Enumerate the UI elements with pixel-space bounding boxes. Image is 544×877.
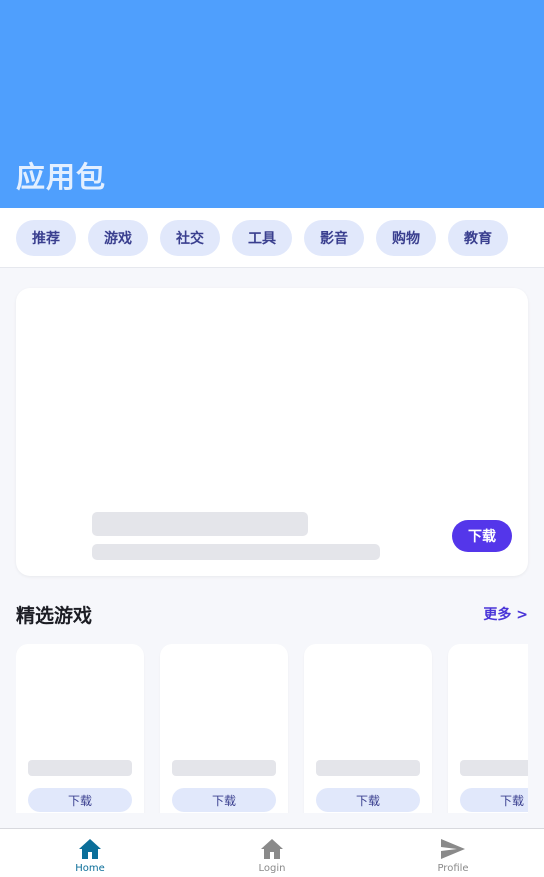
- app-header: 应用包: [0, 0, 544, 208]
- game-title-placeholder: [28, 760, 132, 776]
- game-card[interactable]: 下载: [448, 644, 528, 813]
- tab-social[interactable]: 社交: [160, 220, 220, 256]
- nav-label: Login: [258, 863, 286, 874]
- tab-recommend[interactable]: 推荐: [16, 220, 76, 256]
- game-card[interactable]: 下载: [16, 644, 144, 813]
- game-download-button[interactable]: 下载: [460, 788, 528, 812]
- section-title: 精选游戏: [16, 605, 93, 627]
- home-icon: [77, 837, 103, 861]
- game-title-placeholder: [460, 760, 528, 776]
- nav-item-home[interactable]: Home: [45, 829, 135, 877]
- featured-app-card[interactable]: 下载: [16, 288, 528, 576]
- game-title-placeholder: [316, 760, 420, 776]
- game-card[interactable]: 下载: [304, 644, 432, 813]
- game-download-button[interactable]: 下载: [28, 788, 132, 812]
- app-title-placeholder: [92, 512, 308, 536]
- page-title: 应用包: [16, 160, 107, 194]
- tab-games[interactable]: 游戏: [88, 220, 148, 256]
- game-download-button[interactable]: 下载: [316, 788, 420, 812]
- send-icon: [440, 837, 466, 861]
- tab-media[interactable]: 影音: [304, 220, 364, 256]
- nav-label: Home: [75, 863, 105, 874]
- tab-education[interactable]: 教育: [448, 220, 508, 256]
- tab-tools[interactable]: 工具: [232, 220, 292, 256]
- game-card[interactable]: 下载: [160, 644, 288, 813]
- home-icon: [259, 837, 285, 861]
- game-title-placeholder: [172, 760, 276, 776]
- nav-item-login[interactable]: Login: [227, 829, 317, 877]
- bottom-navigation: Home Login Profile: [0, 828, 544, 877]
- nav-item-profile[interactable]: Profile: [408, 829, 498, 877]
- app-subtitle-placeholder: [92, 544, 380, 560]
- download-button[interactable]: 下载: [452, 520, 512, 552]
- game-download-button[interactable]: 下载: [172, 788, 276, 812]
- game-card-list: 下载 下载 下载 下载: [16, 644, 528, 813]
- category-tabs: 推荐 游戏 社交 工具 影音 购物 教育: [0, 208, 544, 268]
- tab-shopping[interactable]: 购物: [376, 220, 436, 256]
- more-link[interactable]: 更多 >: [483, 604, 528, 624]
- nav-label: Profile: [437, 863, 469, 874]
